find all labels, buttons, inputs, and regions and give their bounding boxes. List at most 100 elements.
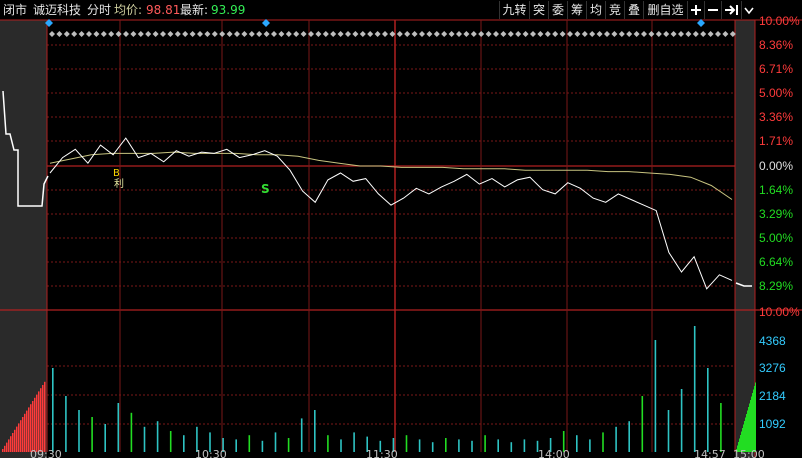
- volume-bar: [117, 403, 120, 452]
- event-dot: [160, 31, 166, 37]
- event-dot: [522, 31, 529, 37]
- event-dot: [700, 31, 707, 37]
- volume-bar: [748, 407, 749, 452]
- event-dot: [204, 31, 211, 37]
- volume-bar: [497, 439, 499, 452]
- volume-bar: [405, 435, 408, 452]
- vol-label: 1092: [759, 417, 786, 431]
- event-dot: [670, 31, 677, 37]
- event-dot: [219, 31, 226, 37]
- buy-marker-label: 利: [114, 178, 124, 190]
- event-dot: [463, 31, 470, 37]
- volume-bar: [445, 438, 447, 452]
- event-dot: [611, 31, 618, 37]
- event-dot: [692, 31, 699, 37]
- event-dot: [559, 31, 566, 37]
- event-dot: [648, 31, 655, 37]
- event-dot: [663, 31, 670, 37]
- event-dot: [174, 31, 181, 37]
- average-price-line: [49, 151, 733, 200]
- volume-bar: [602, 432, 604, 452]
- volume-bar: [91, 417, 93, 452]
- volume-bar: [431, 442, 434, 452]
- event-dot: [93, 31, 100, 37]
- pct-label: 0.00%: [759, 159, 793, 173]
- volume-bar: [18, 423, 20, 452]
- volume-bar: [287, 438, 290, 452]
- event-dot: [182, 31, 189, 37]
- price-line: [49, 137, 733, 290]
- volume-bar: [65, 396, 67, 452]
- event-dot: [152, 31, 159, 37]
- time-label: 11:30: [366, 448, 398, 458]
- volume-bar: [753, 389, 754, 452]
- event-dot: [49, 31, 55, 37]
- volume-bar: [471, 440, 473, 452]
- volume-bar: [628, 421, 630, 452]
- event-dot: [63, 31, 70, 37]
- volume-bar: [754, 386, 755, 452]
- volume-bar: [4, 445, 6, 452]
- volume-bar: [78, 410, 80, 452]
- time-label: 10:30: [195, 448, 227, 458]
- event-dot: [197, 31, 203, 37]
- event-dot: [382, 31, 388, 37]
- volume-bar: [52, 368, 54, 452]
- event-dot: [285, 31, 292, 37]
- pct-label: 5.00%: [759, 86, 793, 100]
- event-dot: [448, 31, 455, 37]
- event-dot: [226, 31, 233, 37]
- intraday-chart[interactable]: B 利 S 10.00% 8.36% 6.71% 5.00% 3.36% 1.7…: [0, 0, 802, 458]
- event-dot: [426, 31, 433, 37]
- time-axis: 09:30 10:30 11:30 14:00 14:57 15:00: [30, 448, 765, 458]
- volume-bar: [314, 410, 316, 452]
- volume-bar: [707, 368, 709, 452]
- event-dot: [470, 31, 477, 37]
- event-dot: [722, 31, 729, 37]
- volume-bar: [458, 439, 460, 452]
- event-dot: [189, 31, 196, 37]
- pct-label: 10.00%: [759, 14, 800, 28]
- volume-bar: [510, 442, 513, 452]
- sell-marker: S: [261, 182, 270, 196]
- event-dot: [234, 31, 240, 37]
- event-dot: [574, 31, 581, 37]
- volume-bar: [8, 439, 10, 452]
- event-dot: [56, 31, 63, 37]
- volume-bar: [248, 435, 251, 452]
- vol-pct-label: 10.00%: [759, 305, 800, 319]
- event-dot: [404, 31, 411, 37]
- event-markers-row[interactable]: [45, 19, 736, 37]
- volume-bar: [6, 442, 8, 452]
- event-dot: [345, 31, 351, 37]
- event-dot: [374, 31, 381, 37]
- volume-bar: [615, 426, 617, 452]
- event-dot: [581, 31, 588, 37]
- volume-bar: [523, 439, 526, 452]
- volume-bar: [641, 396, 644, 452]
- volume-bar: [235, 439, 237, 452]
- event-dot: [278, 31, 285, 37]
- volume-bar: [26, 410, 28, 452]
- event-dot: [367, 31, 374, 37]
- event-dot: [86, 31, 92, 37]
- volume-bar: [749, 403, 750, 452]
- event-dot: [552, 31, 559, 37]
- volume-bar: [589, 439, 591, 452]
- volume-bar: [40, 388, 42, 452]
- volume-bar: [143, 426, 146, 452]
- volume-bar: [30, 404, 32, 452]
- volume-bar: [745, 417, 746, 452]
- volume-bar: [693, 326, 696, 452]
- volume-bar: [340, 439, 342, 452]
- event-dot: [330, 31, 337, 37]
- pct-label: 8.36%: [759, 38, 793, 52]
- volume-bar: [16, 426, 18, 452]
- volume-bar: [750, 400, 751, 452]
- volume-bar: [28, 407, 30, 452]
- event-dot: [241, 31, 248, 37]
- event-dot: [618, 31, 625, 37]
- event-dot: [655, 31, 662, 37]
- vol-label: 3276: [759, 361, 786, 375]
- event-dot: [271, 31, 277, 37]
